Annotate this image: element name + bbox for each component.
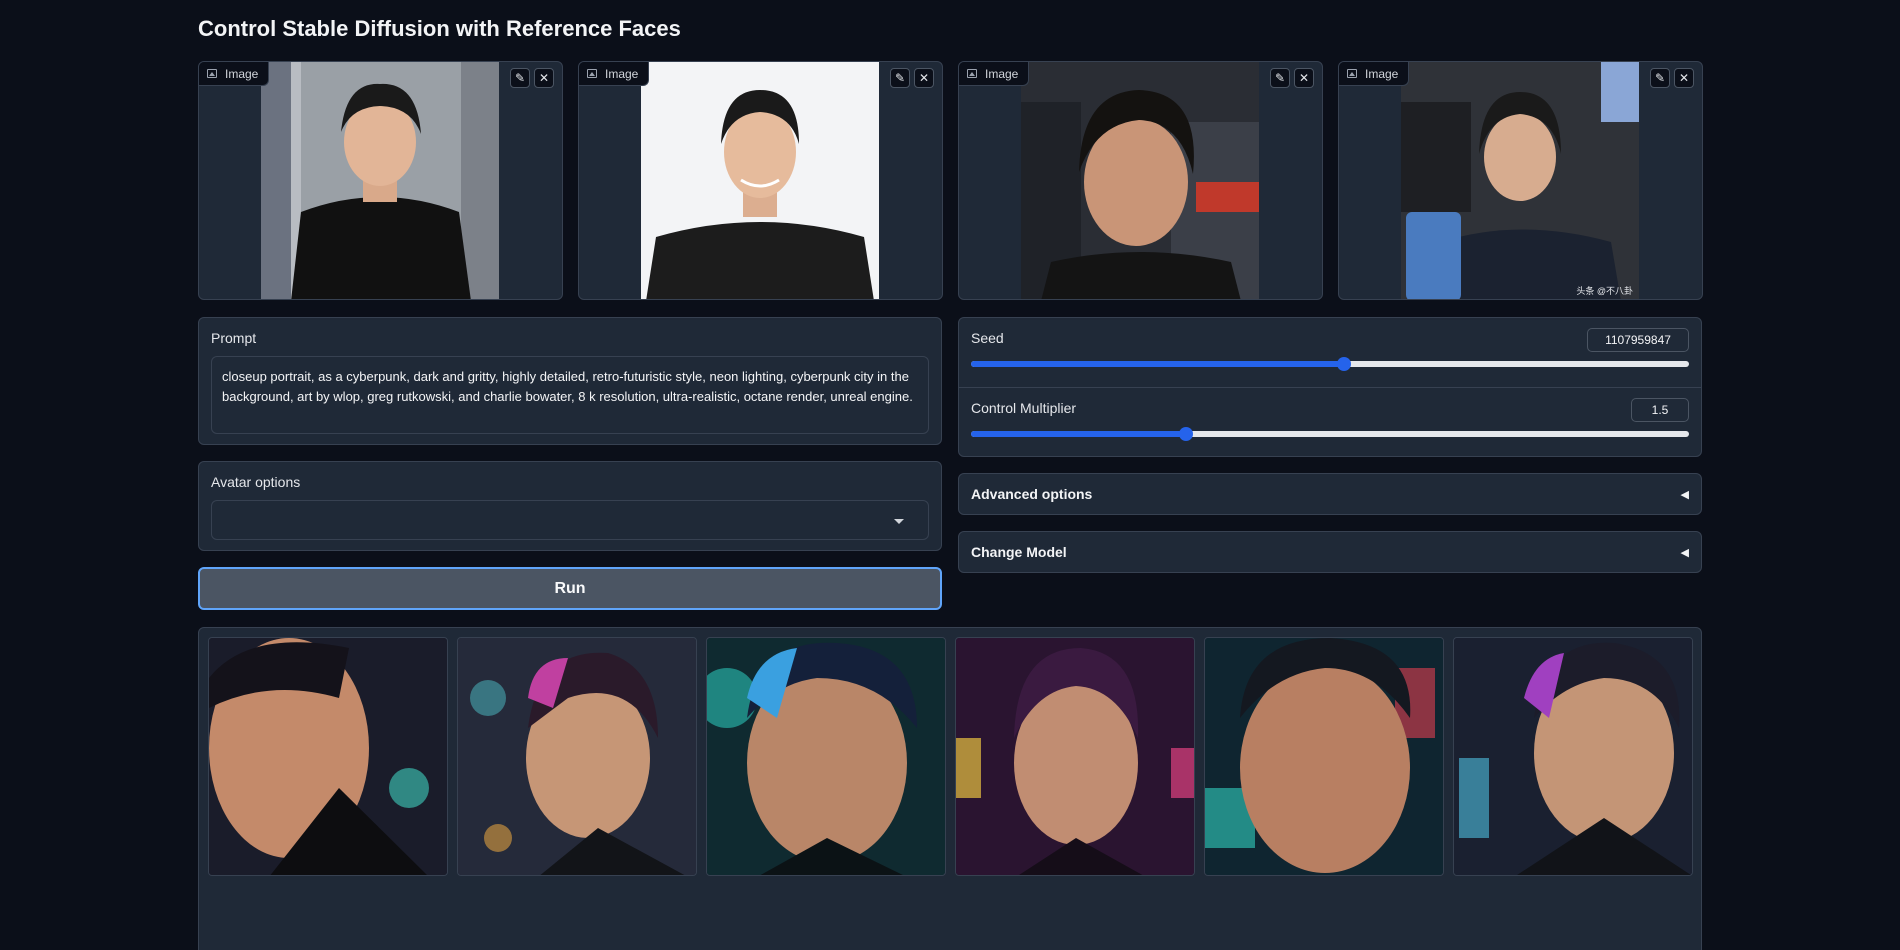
image-icon <box>967 69 977 78</box>
control-multiplier-input[interactable]: 1.5 <box>1631 398 1689 422</box>
image-icon <box>1347 69 1357 78</box>
advanced-options-label: Advanced options <box>971 486 1093 502</box>
close-icon[interactable]: ✕ <box>534 68 554 88</box>
advanced-options-accordion[interactable]: Advanced options ◀ <box>958 473 1702 515</box>
close-icon[interactable]: ✕ <box>1674 68 1694 88</box>
page-title: Control Stable Diffusion with Reference … <box>198 16 681 41</box>
seed-slider-thumb[interactable] <box>1337 357 1352 371</box>
gallery-image-2[interactable] <box>457 637 697 876</box>
change-model-accordion[interactable]: Change Model ◀ <box>958 531 1702 573</box>
control-multiplier-slider[interactable] <box>971 427 1689 441</box>
reference-image-4[interactable]: Image ✎ ✕ 头条 @不八卦 <box>1338 61 1703 300</box>
watermark-text: 头条 @不八卦 <box>1576 286 1633 296</box>
reference-photo <box>1021 62 1259 299</box>
gallery-image-1[interactable] <box>208 637 448 876</box>
chevron-down-icon <box>894 519 904 524</box>
output-gallery <box>198 627 1702 950</box>
control-multiplier-slider-fill <box>971 431 1187 437</box>
image-label: Image <box>959 62 1030 86</box>
run-button[interactable]: Run <box>198 567 942 610</box>
sliders-block: Seed 1107959847 Control Multiplier 1.5 <box>958 317 1702 457</box>
control-multiplier-label: Control Multiplier <box>971 400 1077 416</box>
pencil-icon[interactable]: ✎ <box>1270 68 1290 88</box>
reference-image-1[interactable]: Image ✎ ✕ <box>198 61 563 300</box>
change-model-label: Change Model <box>971 544 1067 560</box>
collapse-arrow-icon: ◀ <box>1680 488 1689 501</box>
seed-input[interactable]: 1107959847 <box>1587 328 1689 352</box>
gallery-image-6[interactable] <box>1453 637 1693 876</box>
gallery-image-3[interactable] <box>706 637 946 876</box>
prompt-block: Prompt closeup portrait, as a cyberpunk,… <box>198 317 942 445</box>
avatar-options-block: Avatar options <box>198 461 942 551</box>
collapse-arrow-icon: ◀ <box>1680 546 1689 559</box>
reference-image-3[interactable]: Image ✎ ✕ <box>958 61 1323 300</box>
seed-slider-fill <box>971 361 1345 367</box>
close-icon[interactable]: ✕ <box>914 68 934 88</box>
image-icon <box>587 69 597 78</box>
pencil-icon[interactable]: ✎ <box>510 68 530 88</box>
reference-photo: 头条 @不八卦 <box>1401 62 1639 299</box>
divider <box>959 387 1701 388</box>
avatar-options-dropdown[interactable] <box>211 500 929 540</box>
gallery-image-5[interactable] <box>1204 637 1444 876</box>
control-multiplier-slider-thumb[interactable] <box>1179 427 1194 441</box>
pencil-icon[interactable]: ✎ <box>890 68 910 88</box>
prompt-textarea[interactable]: closeup portrait, as a cyberpunk, dark a… <box>211 356 929 434</box>
reference-image-2[interactable]: Image ✎ ✕ <box>578 61 943 300</box>
gallery-image-4[interactable] <box>955 637 1195 876</box>
pencil-icon[interactable]: ✎ <box>1650 68 1670 88</box>
close-icon[interactable]: ✕ <box>1294 68 1314 88</box>
reference-photo <box>261 62 499 299</box>
image-label: Image <box>1339 62 1410 86</box>
seed-label: Seed <box>971 330 1004 346</box>
seed-slider[interactable] <box>971 357 1689 371</box>
avatar-options-label: Avatar options <box>211 474 301 490</box>
image-label: Image <box>199 62 270 86</box>
reference-photo <box>641 62 879 299</box>
prompt-label: Prompt <box>211 330 257 346</box>
image-label: Image <box>579 62 650 86</box>
image-icon <box>207 69 217 78</box>
